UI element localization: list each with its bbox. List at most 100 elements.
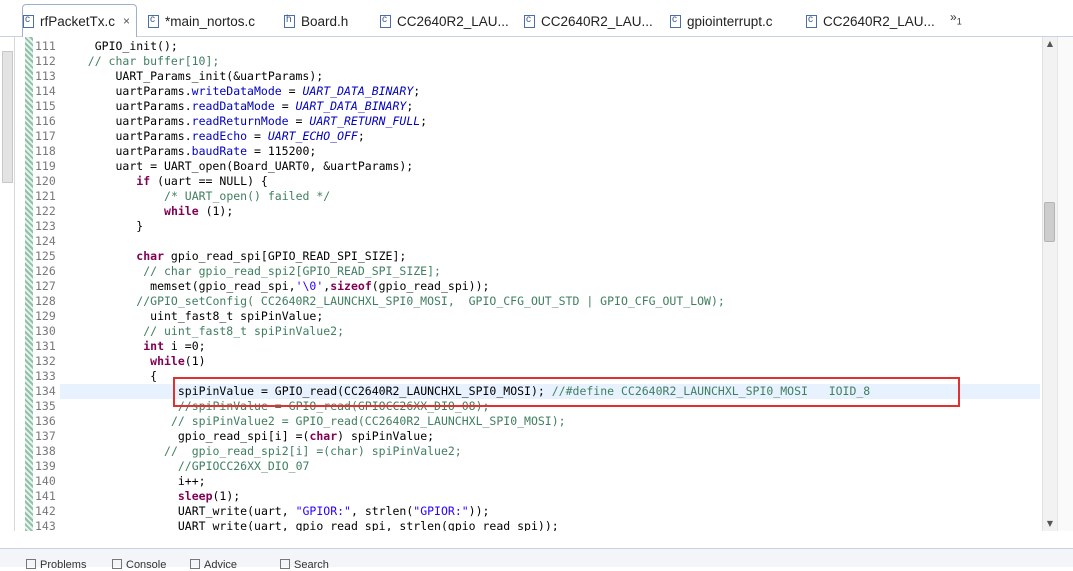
code-line[interactable]: 118 uartParams.baudRate = 115200;	[0, 144, 1040, 159]
editor-bottom-space	[0, 531, 1073, 548]
code-line[interactable]: 115 uartParams.readDataMode = UART_DATA_B…	[0, 99, 1040, 114]
line-number: 116	[35, 114, 56, 128]
code-line[interactable]: 140 i++;	[0, 474, 1040, 489]
code-line[interactable]: 134 spiPinValue = GPIO_read(CC2640R2_LAUN…	[0, 384, 1040, 399]
code-token: ;	[413, 84, 421, 98]
code-editor[interactable]: 111 GPIO_init(); 112// char buffer[10]; 113…	[0, 37, 1073, 534]
tab-label: rfPacketTx.c	[40, 13, 116, 29]
code-token: uartParams.	[115, 129, 192, 143]
code-line[interactable]: 138 // gpio_read_spi2[i] =(char) spiPinVa…	[0, 444, 1040, 459]
code-line[interactable]: 142 UART_write(uart, "GPIOR:", strlen("GP…	[0, 504, 1040, 519]
code-token: uartParams.	[115, 84, 192, 98]
code-line[interactable]: 141 sleep(1);	[0, 489, 1040, 504]
code-text: uartParams.readEcho = UART_ECHO_OFF;	[116, 129, 365, 144]
code-text: //GPIOCC26XX_DIO_07	[178, 459, 310, 474]
code-line[interactable]: 126 // char gpio_read_spi2[GPIO_READ_SPI_…	[0, 264, 1040, 279]
code-text: if (uart == NULL) {	[136, 174, 268, 189]
code-line[interactable]: 131 int i =0;	[0, 339, 1040, 354]
line-number: 134	[35, 384, 56, 398]
c-file-icon	[524, 14, 535, 28]
code-comment: /* UART_open() failed */	[164, 189, 331, 203]
code-line[interactable]: 113 UART_Params_init(&uartParams);	[0, 69, 1040, 84]
code-token: i++;	[177, 474, 206, 488]
code-token: ) spiPinValue;	[337, 429, 435, 443]
code-token: ));	[468, 504, 490, 518]
code-line[interactable]: 136 // spiPinValue2 = GPIO_read(CC2640R2_…	[0, 414, 1040, 429]
code-keyword: char	[309, 429, 338, 443]
code-line[interactable]: 137 gpio_read_spi[i] =(char) spiPinValue;	[0, 429, 1040, 444]
code-text: //spiPinValue = GPIO_read(GPIOCC26XX_DIO…	[178, 399, 490, 414]
code-line[interactable]: 111 GPIO_init();	[0, 39, 1040, 54]
code-line[interactable]: 139 //GPIOCC26XX_DIO_07	[0, 459, 1040, 474]
c-file-icon	[806, 14, 817, 28]
tab-cc2640r2-2[interactable]: CC2640R2_LAU...	[524, 8, 653, 34]
overview-ruler	[1057, 37, 1073, 531]
line-number: 124	[35, 234, 56, 248]
code-comment: // spiPinValue2 = GPIO_read(CC2640R2_LAU…	[170, 414, 566, 428]
close-icon[interactable]: ×	[123, 14, 130, 28]
line-number: 128	[35, 294, 56, 308]
tab-rfpackettx[interactable]: rfPacketTx.c ×	[22, 4, 138, 37]
code-token: i =0;	[164, 339, 206, 353]
code-keyword: if	[136, 174, 151, 188]
line-number: 117	[35, 129, 56, 143]
c-file-icon	[23, 14, 34, 28]
code-line[interactable]: 127 memset(gpio_read_spi,'\0',sizeof(gpio…	[0, 279, 1040, 294]
code-line[interactable]: 112 // char buffer[10];	[0, 54, 1040, 69]
code-line[interactable]: 116 uartParams.readReturnMode = UART_RETU…	[0, 114, 1040, 129]
scrollbar-thumb[interactable]	[1044, 202, 1055, 242]
tab-advice[interactable]: Advice	[190, 559, 237, 571]
tab-search[interactable]: Search	[280, 559, 329, 571]
code-text: uint_fast8_t spiPinValue;	[150, 309, 323, 324]
code-token: UART_DATA_BINARY	[295, 99, 407, 113]
code-token: gpio_read_spi[i] =(	[177, 429, 310, 443]
code-line[interactable]: 122 while (1);	[0, 204, 1040, 219]
scroll-down-icon[interactable]: ▼	[1045, 519, 1055, 529]
overflow-count: 1	[956, 16, 962, 27]
code-text: i++;	[178, 474, 206, 489]
code-line[interactable]: 135 //spiPinValue = GPIO_read(GPIOCC26XX_…	[0, 399, 1040, 414]
code-token: UART_write(uart,	[177, 504, 296, 518]
code-line[interactable]: 132 while(1)	[0, 354, 1040, 369]
tab-gpiointerrupt[interactable]: gpiointerrupt.c	[670, 8, 773, 34]
console-icon	[112, 559, 122, 569]
code-line[interactable]: 114 uartParams.writeDataMode = UART_DATA_…	[0, 84, 1040, 99]
code-token: UART_RETURN_FULL	[309, 114, 421, 128]
line-number: 125	[35, 249, 56, 263]
code-line[interactable]: 125 char gpio_read_spi[GPIO_READ_SPI_SIZE…	[0, 249, 1040, 264]
code-line[interactable]: 129 uint_fast8_t spiPinValue;	[0, 309, 1040, 324]
tab-cc2640r2-1[interactable]: CC2640R2_LAU...	[380, 8, 509, 34]
tab-overflow-button[interactable]: »1	[950, 10, 962, 26]
code-text: // char gpio_read_spi2[GPIO_READ_SPI_SIZ…	[143, 264, 441, 279]
code-line[interactable]: 121 /* UART_open() failed */	[0, 189, 1040, 204]
code-token: (gpio_read_spi));	[371, 279, 490, 293]
code-text: // spiPinValue2 = GPIO_read(CC2640R2_LAU…	[171, 414, 566, 429]
code-text: }	[136, 219, 143, 234]
problems-icon	[26, 559, 36, 569]
code-line[interactable]: 119 uart = UART_open(Board_UART0, &uartPa…	[0, 159, 1040, 174]
code-line[interactable]: 130 // uint_fast8_t spiPinValue2;	[0, 324, 1040, 339]
code-line[interactable]: 128 //GPIO_setConfig( CC2640R2_LAUNCHXL_S…	[0, 294, 1040, 309]
scroll-up-icon[interactable]: ▲	[1045, 39, 1055, 49]
code-line[interactable]: 133 {	[0, 369, 1040, 384]
code-lines: 111 GPIO_init(); 112// char buffer[10]; 113…	[0, 39, 1040, 534]
line-number: 132	[35, 354, 56, 368]
line-number: 131	[35, 339, 56, 353]
code-line[interactable]: 117 uartParams.readEcho = UART_ECHO_OFF;	[0, 129, 1040, 144]
tab-board-h[interactable]: Board.h	[284, 8, 348, 34]
tab-console[interactable]: Console	[112, 559, 166, 571]
code-line[interactable]: 124	[0, 234, 1040, 249]
tab-cc2640r2-3[interactable]: CC2640R2_LAU...	[806, 8, 935, 34]
tab-problems[interactable]: Problems	[26, 559, 86, 571]
vertical-scrollbar[interactable]: ▲ ▼	[1042, 37, 1057, 531]
line-number: 120	[35, 174, 56, 188]
tab-label: gpiointerrupt.c	[687, 13, 773, 29]
tab-main-nortos[interactable]: *main_nortos.c	[148, 8, 255, 34]
code-token: spiPinValue = GPIO_read(CC2640R2_LAUNCHX…	[177, 384, 552, 398]
line-number: 112	[35, 54, 56, 68]
code-text: UART_Params_init(&uartParams);	[116, 69, 324, 84]
code-line[interactable]: 123}	[0, 219, 1040, 234]
code-text: uartParams.readReturnMode = UART_RETURN_…	[116, 114, 428, 129]
code-line[interactable]: 120 if (uart == NULL) {	[0, 174, 1040, 189]
code-text: //GPIO_setConfig( CC2640R2_LAUNCHXL_SPI0…	[136, 294, 725, 309]
